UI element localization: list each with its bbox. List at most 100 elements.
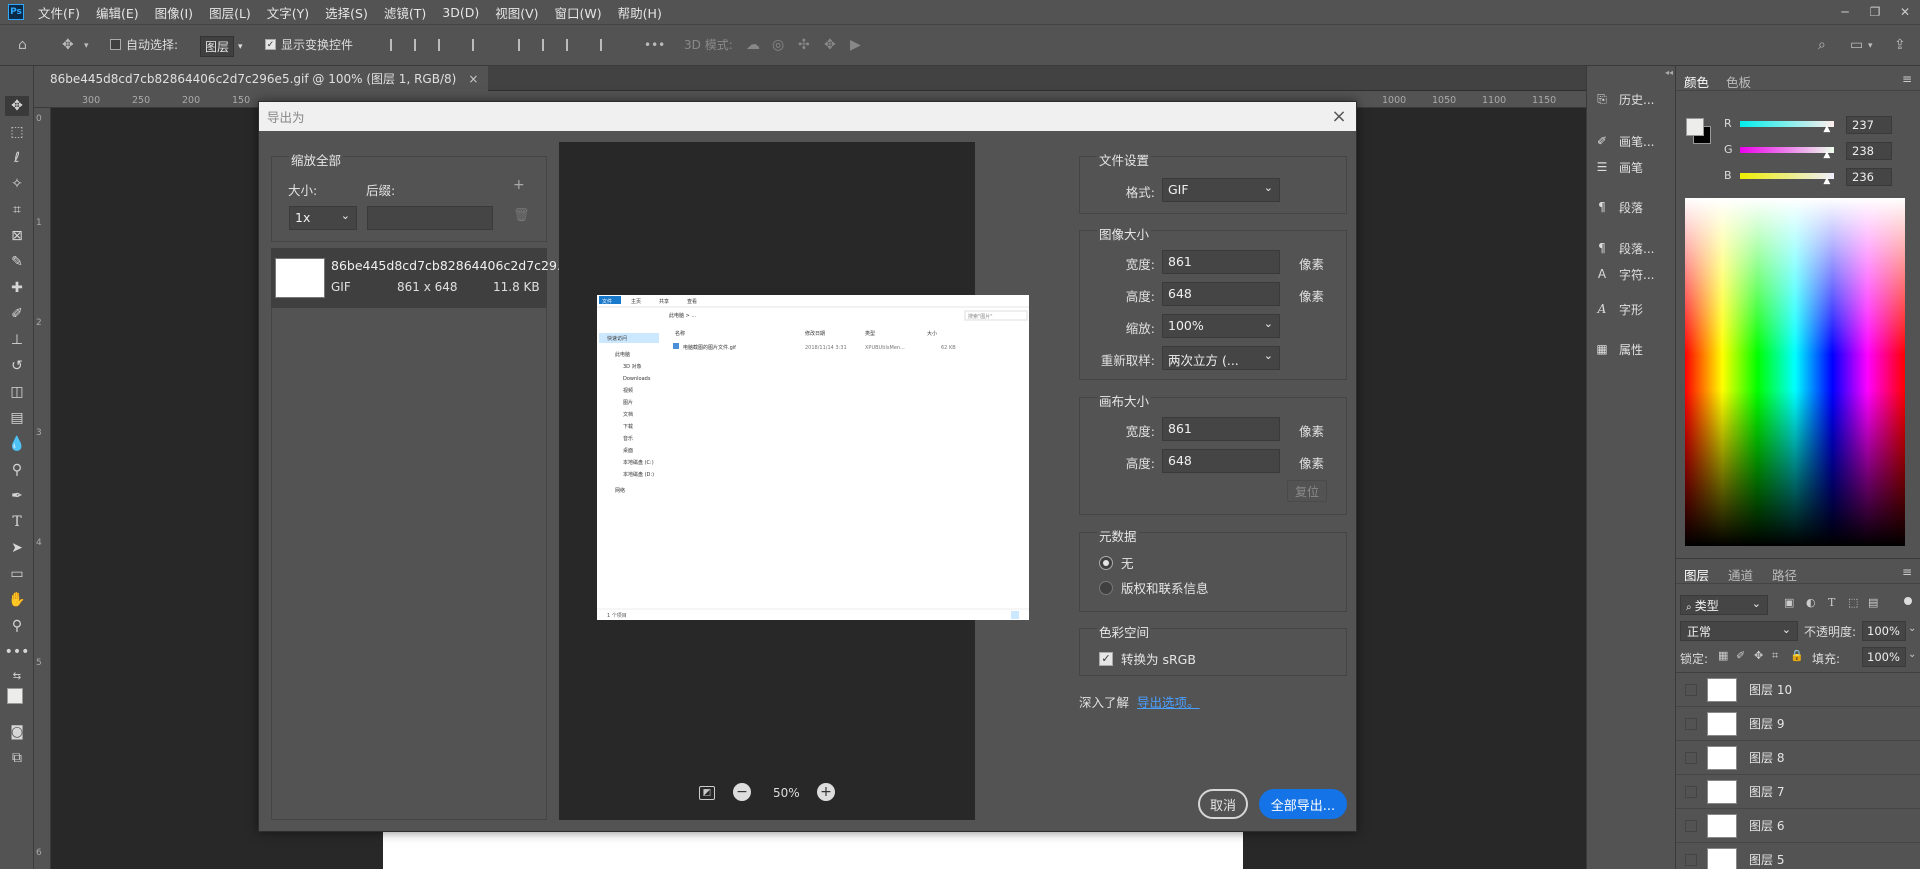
panel-brushes[interactable]: ✐ 画笔... (1593, 130, 1675, 152)
auto-select-target-dropdown[interactable]: 图层 ▾ (200, 36, 243, 57)
layer-filter-dropdown[interactable]: ⌕ 类型 ⌄ (1680, 595, 1768, 615)
menu-3d[interactable]: 3D(D) (442, 5, 479, 20)
image-width-input[interactable]: 861 (1162, 250, 1280, 274)
eraser-tool-icon[interactable]: ◫ (5, 382, 29, 402)
clone-stamp-tool-icon[interactable]: ⊥ (5, 330, 29, 350)
visibility-toggle[interactable] (1685, 785, 1697, 798)
red-value-input[interactable]: 237 (1846, 116, 1892, 134)
chevron-down-icon[interactable]: ⌄ (1908, 649, 1916, 660)
blur-tool-icon[interactable]: 💧 (5, 434, 29, 454)
fit-screen-icon[interactable]: ◩ (699, 786, 715, 800)
metadata-option-none[interactable]: 无 (1099, 553, 1134, 572)
filter-shape-icon[interactable]: ⬚ (1848, 596, 1858, 609)
visibility-toggle[interactable] (1685, 853, 1697, 866)
green-slider[interactable] (1740, 147, 1834, 153)
visibility-toggle[interactable] (1685, 751, 1697, 764)
collapse-arrows-icon[interactable]: ◂◂ (1665, 68, 1673, 77)
auto-select-checkbox[interactable]: 自动选择: (110, 36, 178, 53)
restore-icon[interactable]: ❐ (1860, 0, 1890, 24)
panel-glyphs[interactable]: A 字形 (1593, 298, 1675, 320)
fill-input[interactable]: 100% (1862, 647, 1906, 667)
layer-row[interactable]: 图层 10 (1676, 673, 1920, 707)
layer-row[interactable]: 图层 9 (1676, 707, 1920, 741)
image-height-input[interactable]: 648 (1162, 282, 1280, 306)
move-tool-icon[interactable]: ✥ (62, 37, 74, 53)
blue-slider[interactable] (1740, 173, 1834, 179)
resample-dropdown[interactable]: 两次立方 (... ⌄ (1162, 346, 1280, 370)
export-options-link[interactable]: 导出选项。 (1137, 695, 1200, 710)
share-icon[interactable]: ⇪ (1894, 37, 1906, 53)
red-slider-thumb[interactable]: ▲ (1823, 124, 1830, 134)
menu-layer[interactable]: 图层(L) (209, 3, 251, 22)
gradient-tool-icon[interactable]: ▤ (5, 408, 29, 428)
radio-selected-icon[interactable] (1099, 555, 1113, 570)
menu-window[interactable]: 窗口(W) (555, 3, 602, 22)
more-tools-icon[interactable]: ••• (5, 642, 30, 662)
menu-select[interactable]: 选择(S) (325, 3, 368, 22)
search-icon[interactable]: ⌕ (1818, 37, 1826, 53)
show-transform-checkbox[interactable]: ✓ 显示变换控件 (265, 36, 353, 53)
zoom-in-icon[interactable]: + (817, 783, 835, 801)
visibility-toggle[interactable] (1685, 683, 1697, 696)
eyedropper-tool-icon[interactable]: ✎ (5, 252, 29, 272)
pen-tool-icon[interactable]: ✒ (5, 486, 29, 506)
reset-button[interactable]: 复位 (1287, 480, 1327, 502)
layer-row[interactable]: 图层 5 (1676, 843, 1920, 869)
trash-icon[interactable]: 🗑 (513, 208, 530, 223)
panel-menu-icon[interactable]: ≡ (1902, 565, 1912, 579)
filter-adjustment-icon[interactable]: ◐ (1806, 596, 1816, 609)
tab-swatches[interactable]: 色板 (1726, 72, 1751, 91)
align-left-icon[interactable] (390, 39, 404, 51)
workspace-icon[interactable]: ▭ (1850, 37, 1863, 53)
tab-color[interactable]: 颜色 (1684, 72, 1709, 91)
menu-help[interactable]: 帮助(H) (618, 3, 662, 22)
visibility-toggle[interactable] (1685, 819, 1697, 832)
lock-transparent-icon[interactable]: ▦ (1718, 649, 1728, 662)
chevron-down-icon[interactable]: ▾ (1868, 41, 1873, 51)
menu-filter[interactable]: 滤镜(T) (384, 3, 426, 22)
align-bottom-icon[interactable] (566, 39, 580, 51)
auto-select-target-value[interactable]: 图层 (200, 36, 235, 57)
visibility-toggle[interactable] (1685, 717, 1697, 730)
lasso-tool-icon[interactable]: ℓ (5, 148, 29, 168)
metadata-option-copyright[interactable]: 版权和联系信息 (1099, 578, 1209, 597)
document-canvas[interactable] (383, 830, 1243, 869)
chevron-down-icon[interactable]: ▾ (84, 41, 89, 51)
menu-type[interactable]: 文字(Y) (267, 3, 309, 22)
align-top-icon[interactable] (518, 39, 532, 51)
panel-properties[interactable]: ▦ 属性 (1593, 338, 1675, 360)
format-dropdown[interactable]: GIF ⌄ (1162, 178, 1280, 202)
preview-pane[interactable]: 文件 主页 共享 查看 此电脑 > ... 搜索"图片" 快速访问 此电脑 3D… (559, 142, 1029, 820)
home-icon[interactable]: ⌂ (18, 37, 27, 53)
chevron-down-icon[interactable]: ⌄ (1908, 623, 1916, 634)
foreground-color-swatch[interactable] (1686, 118, 1704, 136)
cancel-button[interactable]: 取消 (1198, 789, 1248, 819)
panel-paragraph[interactable]: ¶ 段落 (1593, 196, 1675, 218)
align-middle-icon[interactable] (542, 39, 556, 51)
brush-tool-icon[interactable]: ✐ (5, 304, 29, 324)
lock-all-icon[interactable]: 🔒 (1790, 649, 1804, 662)
screen-mode-icon[interactable]: ⧉ (5, 748, 29, 768)
auto-select-check-icon[interactable] (110, 39, 121, 50)
menu-edit[interactable]: 编辑(E) (96, 3, 139, 22)
minimize-icon[interactable]: ─ (1830, 0, 1860, 24)
panel-menu-icon[interactable]: ≡ (1902, 72, 1912, 86)
canvas-width-input[interactable]: 861 (1162, 417, 1280, 441)
red-slider[interactable] (1740, 121, 1834, 127)
3d-orbit-icon[interactable]: ☁ (746, 37, 760, 53)
zoom-tool-icon[interactable]: ⚲ (5, 616, 29, 636)
path-selection-tool-icon[interactable]: ➤ (5, 538, 29, 558)
green-slider-thumb[interactable]: ▲ (1823, 150, 1830, 160)
scale-dropdown[interactable]: 100% ⌄ (1162, 314, 1280, 338)
quick-mask-icon[interactable]: ◙ (5, 722, 29, 742)
asset-item[interactable]: 86be445d8cd7cb82864406c2d7c29... GIF 861… (271, 248, 569, 308)
rectangle-tool-icon[interactable]: ▭ (5, 564, 29, 584)
blue-value-input[interactable]: 236 (1846, 168, 1892, 186)
tab-paths[interactable]: 路径 (1772, 565, 1797, 584)
hand-tool-icon[interactable]: ✋ (5, 590, 29, 610)
3d-slide-icon[interactable]: ✥ (824, 37, 836, 53)
tab-channels[interactable]: 通道 (1728, 565, 1753, 584)
lock-image-icon[interactable]: ✐ (1736, 649, 1745, 662)
swap-colors-icon[interactable]: ⇆ (5, 666, 29, 686)
menu-file[interactable]: 文件(F) (38, 3, 80, 22)
